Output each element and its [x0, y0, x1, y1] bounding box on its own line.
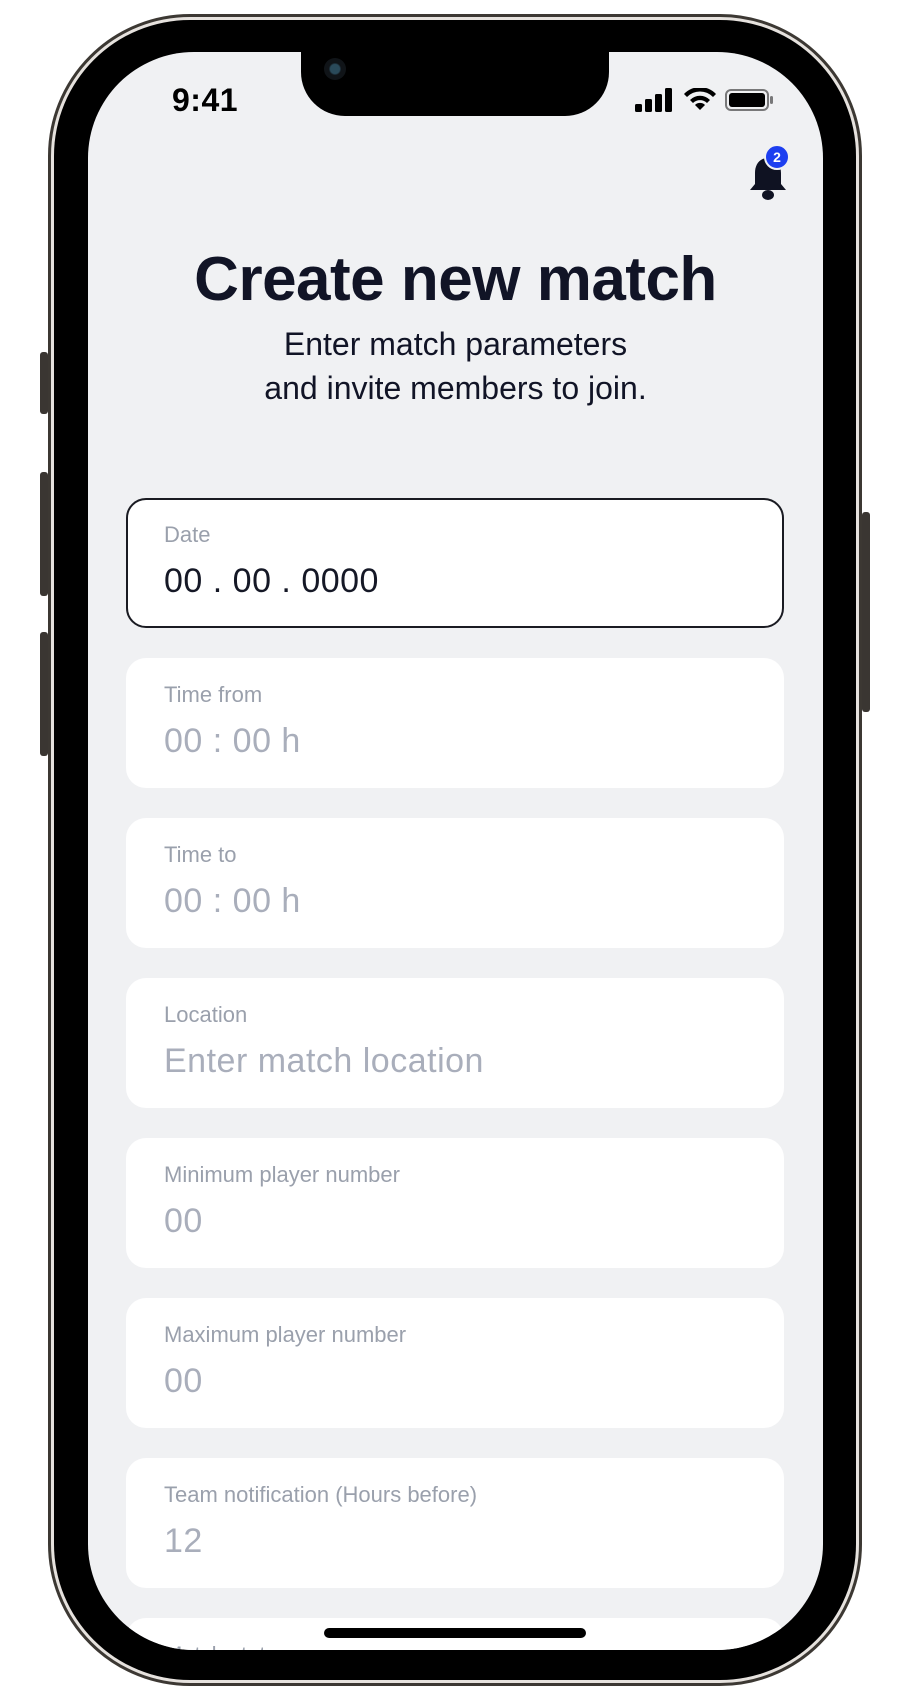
home-indicator[interactable] — [324, 1628, 586, 1638]
time-from-field[interactable]: Time from 00 : 00 h — [126, 658, 784, 788]
app-screen: 9:41 2 Create new match Enter match para… — [88, 52, 823, 1650]
status-time: 9:41 — [172, 82, 239, 118]
max-players-label: Maximum player number — [164, 1322, 407, 1347]
notification-badge: 2 — [764, 144, 790, 170]
date-field[interactable]: Date 00 . 00 . 0000 — [126, 498, 784, 628]
team-notification-field[interactable]: Team notification (Hours before) 12 — [126, 1458, 784, 1588]
page-title: Create new match — [194, 245, 717, 314]
notch — [301, 52, 609, 116]
match-status-label: Match status — [164, 1642, 289, 1650]
location-field[interactable]: Location Enter match location — [126, 978, 784, 1108]
team-notification-label: Team notification (Hours before) — [164, 1482, 478, 1507]
subtitle-line-1: Enter match parameters — [283, 326, 628, 362]
max-players-field[interactable]: Maximum player number 00 — [126, 1298, 784, 1428]
time-from-label: Time from — [164, 682, 263, 707]
date-label: Date — [164, 522, 211, 547]
page-subtitle: Enter match parameters and invite member… — [88, 322, 823, 410]
min-players-label: Minimum player number — [164, 1162, 400, 1187]
location-input[interactable]: Enter match location — [164, 1042, 484, 1081]
date-input[interactable]: 00 . 00 . 0000 — [164, 562, 379, 601]
max-players-input[interactable]: 00 — [164, 1362, 203, 1401]
battery-icon — [725, 89, 773, 111]
volume-down-button — [40, 632, 48, 756]
time-to-input[interactable]: 00 : 00 h — [164, 882, 301, 921]
power-button — [862, 512, 870, 712]
status-icons — [635, 88, 775, 112]
wifi-icon — [684, 88, 716, 110]
min-players-field[interactable]: Minimum player number 00 — [126, 1138, 784, 1268]
min-players-input[interactable]: 00 — [164, 1202, 203, 1241]
front-camera-icon — [324, 58, 346, 80]
location-label: Location — [164, 1002, 248, 1027]
time-from-input[interactable]: 00 : 00 h — [164, 722, 301, 761]
team-notification-input[interactable]: 12 — [164, 1522, 203, 1561]
signal-icon — [635, 88, 672, 112]
time-to-label: Time to — [164, 842, 237, 867]
time-to-field[interactable]: Time to 00 : 00 h — [126, 818, 784, 948]
volume-up-button — [40, 472, 48, 596]
subtitle-line-2: and invite members to join. — [264, 370, 647, 406]
mute-switch — [40, 352, 48, 414]
